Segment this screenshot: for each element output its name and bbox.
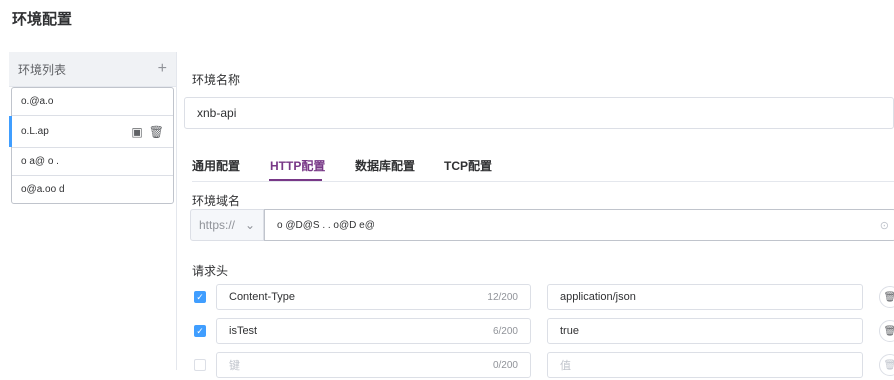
header-key-input[interactable]: 键 0/200 — [216, 352, 531, 378]
copy-icon[interactable]: ▣ — [131, 125, 142, 139]
domain-value: o @D@S . . o@D e@ — [277, 219, 375, 231]
protocol-value: https:// — [199, 218, 236, 232]
domain-label: 环境域名 — [192, 194, 241, 208]
header-value-input[interactable]: application/json — [547, 284, 863, 310]
tab-database[interactable]: 数据库配置 — [355, 157, 415, 174]
env-list-item-active[interactable]: o.L.ap ▣ 🗑 — [9, 116, 173, 148]
page-title: 环境配置 — [12, 11, 73, 28]
trash-icon[interactable]: 🗑 — [879, 286, 894, 308]
env-list-item[interactable]: o a@ o . — [12, 148, 173, 176]
tab-general[interactable]: 通用配置 — [192, 157, 240, 174]
env-list-panel: 环境列表 + o.@a.o o.L.ap ▣ 🗑 o a@ o . o@a.oo… — [9, 52, 177, 370]
env-list-item[interactable]: o.@a.o — [12, 88, 173, 116]
header-enabled-checkbox[interactable] — [194, 359, 206, 371]
header-value-placeholder: 值 — [560, 360, 571, 372]
domain-input[interactable]: o @D@S . . o@D e@ ⊙ — [264, 209, 894, 241]
header-row: 键 0/200 值 🗑 — [192, 352, 894, 380]
tab-http[interactable]: HTTP配置 — [270, 157, 325, 174]
header-value-text: true — [560, 325, 579, 337]
header-key-input[interactable]: isTest 6/200 — [216, 318, 531, 344]
header-key-value: isTest — [229, 325, 258, 337]
header-row: ✓ isTest 6/200 true 🗑 — [192, 318, 894, 346]
header-enabled-checkbox[interactable]: ✓ — [194, 325, 206, 337]
env-item-label: o a@ o . — [21, 156, 59, 167]
env-list-title: 环境列表 — [18, 62, 67, 77]
env-item-label: o.@a.o — [21, 96, 54, 107]
env-list: o.@a.o o.L.ap ▣ 🗑 o a@ o . o@a.oo d — [9, 87, 174, 204]
trash-icon[interactable]: 🗑 — [149, 125, 164, 139]
tab-tcp[interactable]: TCP配置 — [444, 157, 492, 174]
trash-icon[interactable]: 🗑 — [879, 320, 894, 342]
header-value-input[interactable]: 值 — [547, 352, 863, 378]
trash-icon[interactable]: 🗑 — [879, 354, 894, 376]
header-key-input[interactable]: Content-Type 12/200 — [216, 284, 531, 310]
env-list-header: 环境列表 + — [9, 52, 176, 87]
env-item-label: o@a.oo d — [21, 184, 65, 195]
protocol-select[interactable]: https:// ⌄ — [190, 209, 264, 241]
env-item-label: o.L.ap — [21, 126, 49, 137]
header-value-input[interactable]: true — [547, 318, 863, 344]
key-char-count: 12/200 — [487, 291, 518, 303]
env-name-label: 环境名称 — [192, 73, 241, 87]
key-char-count: 0/200 — [492, 359, 518, 371]
header-row: ✓ Content-Type 12/200 application/json 🗑 — [192, 284, 894, 312]
env-name-input[interactable]: xnb-api — [184, 97, 894, 129]
header-enabled-checkbox[interactable]: ✓ — [194, 291, 206, 303]
headers-label: 请求头 — [192, 264, 229, 278]
env-list-item[interactable]: o@a.oo d — [12, 176, 173, 203]
header-key-placeholder: 键 — [229, 360, 240, 372]
domain-row: https:// ⌄ o @D@S . . o@D e@ ⊙ — [190, 209, 894, 241]
add-env-icon[interactable]: + — [158, 61, 167, 77]
config-tabs: 通用配置 HTTP配置 数据库配置 TCP配置 — [192, 157, 894, 182]
header-key-value: Content-Type — [229, 291, 296, 303]
key-char-count: 6/200 — [492, 325, 518, 337]
chevron-down-icon: ⌄ — [244, 218, 255, 232]
clear-icon[interactable]: ⊙ — [880, 219, 889, 232]
header-value-text: application/json — [560, 291, 636, 303]
active-tab-indicator — [269, 179, 322, 181]
